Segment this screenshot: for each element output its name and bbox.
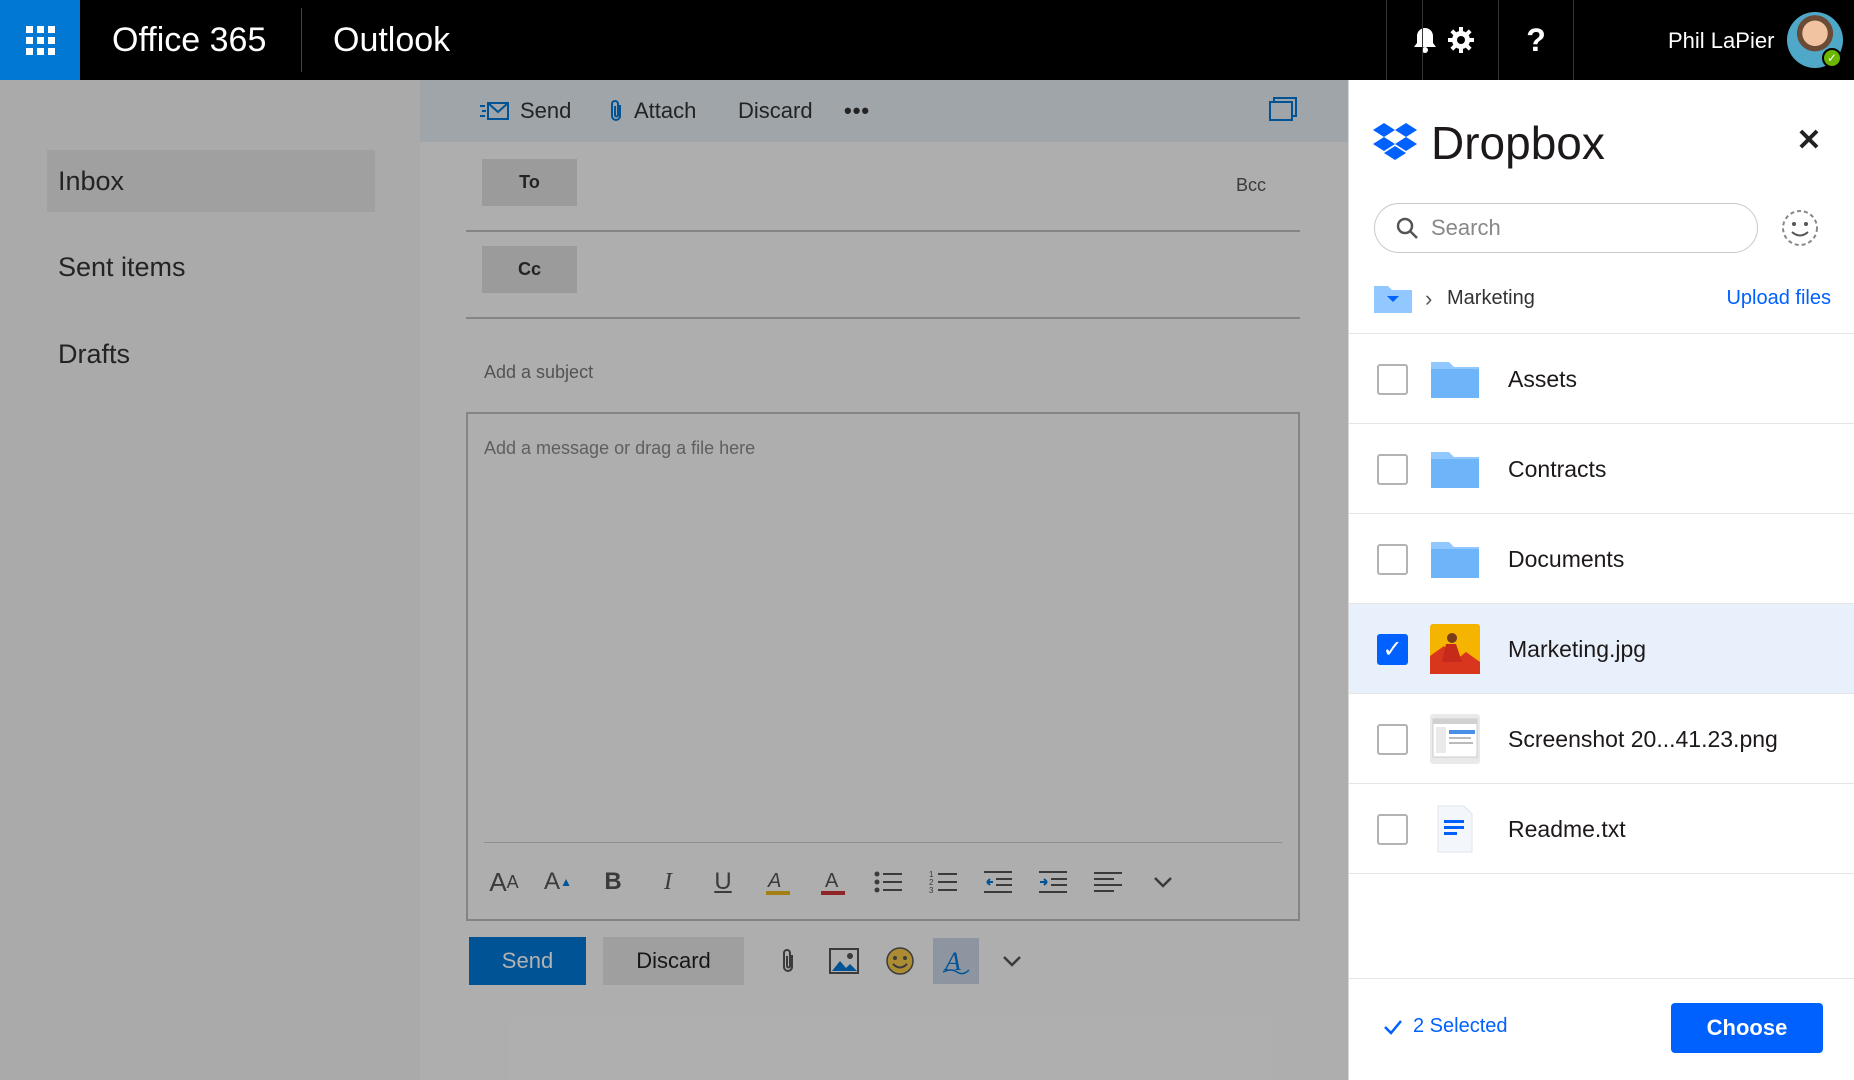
office-brand[interactable]: Office 365	[112, 20, 266, 60]
file-name: Documents	[1508, 546, 1625, 572]
image-thumbnail-icon	[1430, 624, 1480, 674]
file-list: Assets Contracts Documents ✓ Marketing.j…	[1349, 333, 1854, 874]
file-row-selected[interactable]: ✓ Marketing.jpg	[1349, 604, 1854, 694]
folder-dropdown-icon[interactable]	[1373, 282, 1413, 314]
file-name: Screenshot 20...41.23.png	[1508, 726, 1778, 752]
search-field[interactable]	[1374, 203, 1758, 253]
selected-count[interactable]: 2 Selected	[1383, 1015, 1508, 1038]
app-launcher-button[interactable]	[0, 0, 80, 80]
search-icon	[1396, 217, 1418, 239]
text-file-icon	[1437, 805, 1473, 853]
checkmark-icon	[1384, 1019, 1402, 1035]
file-row[interactable]: Screenshot 20...41.23.png	[1349, 694, 1854, 784]
account-smiley-icon[interactable]	[1781, 209, 1819, 247]
settings-button[interactable]	[1422, 0, 1498, 80]
choose-button[interactable]: Choose	[1671, 1003, 1823, 1053]
presence-check-icon: ✓	[1822, 48, 1842, 68]
file-name: Assets	[1508, 366, 1578, 392]
dropbox-title: Dropbox	[1431, 117, 1605, 169]
file-name: Marketing.jpg	[1508, 636, 1647, 662]
row-checkbox[interactable]	[1377, 724, 1408, 755]
search-input[interactable]	[1431, 215, 1731, 241]
modal-dim-overlay[interactable]	[0, 80, 1348, 1080]
file-name: Readme.txt	[1508, 816, 1626, 842]
gear-icon	[1447, 27, 1474, 53]
row-checkbox[interactable]	[1377, 544, 1408, 575]
file-row[interactable]: Readme.txt	[1349, 784, 1854, 874]
folder-icon	[1431, 362, 1479, 398]
close-icon[interactable]: ✕	[1789, 120, 1829, 160]
file-row[interactable]: Documents	[1349, 514, 1854, 604]
breadcrumb-current[interactable]: Marketing	[1447, 287, 1535, 310]
file-name: Contracts	[1508, 456, 1607, 482]
folder-icon	[1431, 452, 1479, 488]
dropbox-footer: 2 Selected Choose	[1349, 978, 1854, 1080]
help-button[interactable]: ?	[1498, 0, 1574, 80]
file-row[interactable]: Assets	[1349, 334, 1854, 424]
selected-count-label: 2 Selected	[1413, 1015, 1508, 1037]
row-checkbox-checked[interactable]: ✓	[1377, 634, 1408, 665]
upload-files-link[interactable]: Upload files	[1726, 287, 1831, 310]
header-divider	[301, 8, 302, 72]
user-name[interactable]: Phil LaPier	[1668, 27, 1774, 55]
screenshot-thumbnail-icon	[1430, 714, 1480, 764]
row-checkbox[interactable]	[1377, 454, 1408, 485]
help-icon: ?	[1526, 21, 1546, 58]
app-name[interactable]: Outlook	[333, 20, 450, 60]
office-header: Office 365 Outlook ? Phil LaPier ✓	[0, 0, 1854, 80]
dropbox-panel: Dropbox ✕ › Marketing Upload files Asset…	[1348, 80, 1854, 1080]
dropbox-logo-icon	[1373, 123, 1417, 160]
row-checkbox[interactable]	[1377, 364, 1408, 395]
folder-icon	[1431, 542, 1479, 578]
chevron-right-icon: ›	[1425, 286, 1433, 311]
file-row[interactable]: Contracts	[1349, 424, 1854, 514]
row-checkbox[interactable]	[1377, 814, 1408, 845]
breadcrumb: › Marketing Upload files	[1373, 282, 1831, 314]
app-launcher-icon	[25, 25, 55, 55]
